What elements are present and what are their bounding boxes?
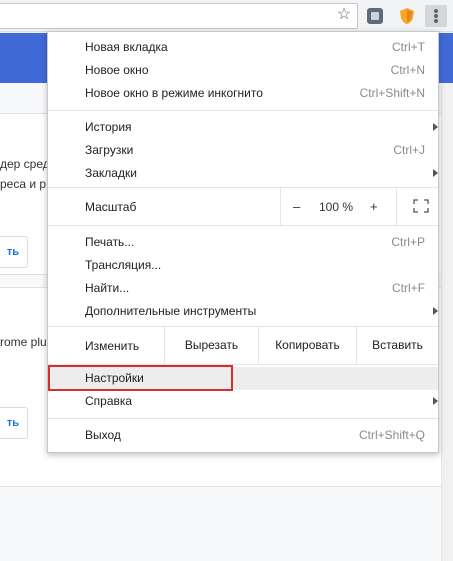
background-text: rome plu (0, 335, 47, 349)
menu-separator (48, 110, 438, 111)
menu-item-print[interactable]: Печать... Ctrl+P (48, 231, 438, 254)
menu-item-shortcut: Ctrl+Shift+N (359, 86, 425, 100)
fullscreen-button[interactable] (396, 187, 439, 225)
shield-extension-icon[interactable] (399, 7, 415, 25)
page-scrollbar[interactable] (441, 83, 453, 561)
menu-item-shortcut: Ctrl+P (391, 235, 425, 249)
menu-item-shortcut: Ctrl+J (393, 143, 425, 157)
menu-item-cast[interactable]: Трансляция... (48, 254, 438, 277)
paste-button[interactable]: Вставить (356, 326, 438, 364)
submenu-arrow-icon (433, 397, 438, 405)
menu-item-label: Трансляция... (85, 258, 162, 272)
menu-item-help[interactable]: Справка (48, 390, 438, 413)
menu-item-label: Выход (85, 428, 121, 442)
submenu-arrow-icon (433, 169, 438, 177)
menu-item-find[interactable]: Найти... Ctrl+F (48, 277, 438, 300)
background-button[interactable]: ть (0, 236, 28, 268)
menu-item-label: Новое окно (85, 63, 149, 77)
cut-button[interactable]: Вырезать (164, 326, 258, 364)
menu-item-more-tools[interactable]: Дополнительные инструменты (48, 300, 438, 323)
puzzle-extension-icon[interactable] (367, 8, 383, 24)
menu-item-shortcut: Ctrl+F (392, 281, 425, 295)
menu-item-history[interactable]: История (48, 116, 438, 139)
zoom-label: Масштаб (85, 200, 137, 214)
background-text: дер сред (0, 157, 50, 171)
address-bar[interactable] (0, 3, 358, 29)
zoom-level: 100 % (319, 200, 354, 214)
menu-item-label: Дополнительные инструменты (85, 304, 257, 318)
menu-item-downloads[interactable]: Загрузки Ctrl+J (48, 139, 438, 162)
star-icon[interactable]: ☆ (335, 6, 353, 24)
edit-row: Изменить Вырезать Копировать Вставить (48, 326, 438, 364)
background-button[interactable]: ть (0, 407, 28, 439)
menu-item-bookmarks[interactable]: Закладки (48, 162, 438, 185)
menu-item-label: Печать... (85, 235, 135, 249)
menu-item-label: Загрузки (85, 143, 134, 157)
kebab-menu-icon[interactable] (425, 5, 447, 27)
menu-item-shortcut: Ctrl+N (390, 63, 425, 77)
browser-toolbar: ☆ (0, 0, 453, 32)
menu-item-exit[interactable]: Выход Ctrl+Shift+Q (48, 424, 438, 447)
menu-item-label: Закладки (85, 166, 137, 180)
zoom-row: Масштаб – 100 % + (48, 187, 438, 225)
zoom-controls: – 100 % + (280, 187, 438, 225)
menu-item-label: Справка (85, 394, 133, 408)
copy-button[interactable]: Копировать (258, 326, 356, 364)
menu-item-label: Новая вкладка (85, 40, 168, 54)
menu-item-label: Найти... (85, 281, 130, 295)
submenu-arrow-icon (433, 123, 438, 131)
menu-item-shortcut: Ctrl+T (392, 40, 425, 54)
submenu-arrow-icon (433, 307, 438, 315)
menu-item-new-tab[interactable]: Новая вкладка Ctrl+T (48, 36, 438, 59)
zoom-in-button[interactable]: + (370, 199, 378, 214)
menu-separator (48, 225, 438, 226)
menu-item-shortcut: Ctrl+Shift+Q (358, 428, 425, 442)
settings-highlight-annotation (48, 365, 233, 391)
menu-item-new-window[interactable]: Новое окно Ctrl+N (48, 59, 438, 82)
fullscreen-icon (413, 199, 429, 213)
background-text: реса и р (0, 177, 47, 191)
menu-separator (48, 418, 438, 419)
menu-item-label: История (85, 120, 132, 134)
menu-item-new-incognito-window[interactable]: Новое окно в режиме инкогнито Ctrl+Shift… (48, 82, 438, 105)
edit-label: Изменить (85, 339, 140, 353)
zoom-out-button[interactable]: – (293, 199, 300, 214)
menu-item-label: Новое окно в режиме инкогнито (85, 86, 263, 100)
